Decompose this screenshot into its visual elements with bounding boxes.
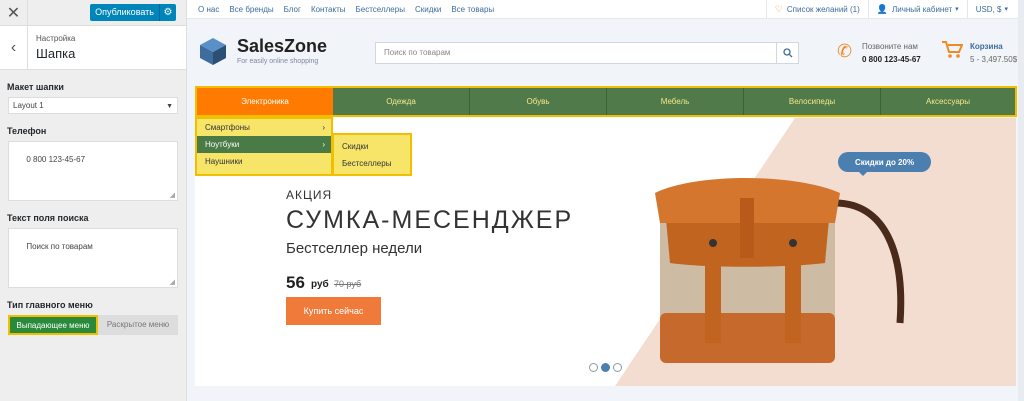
nav-item-shoes[interactable]: Обувь	[470, 88, 607, 115]
logo-name[interactable]: SalesZone	[237, 36, 327, 57]
slider-dot[interactable]	[613, 363, 622, 372]
user-icon: 👤	[876, 3, 888, 14]
chevron-down-icon: ▾	[1004, 6, 1008, 13]
banner-price: 56	[286, 273, 305, 292]
menu-type-dropdown-button[interactable]: Выпадающее меню	[8, 315, 98, 335]
phone-textarea[interactable]: 0 800 123-45-67 ◢	[8, 141, 178, 201]
layout-select-value: Layout 1	[13, 101, 44, 110]
topbar-link-contacts[interactable]: Контакты	[311, 5, 346, 14]
nav-subdropdown: Скидки Бестселлеры	[332, 133, 412, 176]
dropdown-item-headphones[interactable]: Наушники	[197, 153, 331, 170]
slider-dots	[589, 363, 622, 372]
slider-dot[interactable]	[589, 363, 598, 372]
section-title: Шапка	[36, 46, 76, 61]
search-text-textarea-value: Поиск по товарам	[26, 242, 93, 251]
chevron-right-icon: ›	[322, 140, 325, 149]
dropdown-item-label: Наушники	[205, 157, 243, 166]
dropdown-item-label: Смартфоны	[205, 123, 250, 132]
wishlist-label: Список желаний (1)	[786, 4, 860, 14]
topbar-right: ♡ Список желаний (1) 👤 Личный кабинет ▾ …	[765, 0, 1024, 18]
wishlist-link[interactable]: ♡ Список желаний (1)	[765, 0, 868, 18]
cart-title[interactable]: Корзина	[970, 42, 1003, 51]
logo-box-icon[interactable]	[198, 36, 226, 65]
section-subtitle: Настройка	[36, 34, 76, 43]
app-window: ✕ Опубликовать ⚙ ‹ Настройка Шапка Макет…	[0, 0, 1024, 401]
dropdown-item-label: Ноутбуки	[205, 140, 240, 149]
search-input[interactable]: Поиск по товарам	[375, 42, 799, 64]
back-icon[interactable]: ‹	[0, 25, 28, 70]
chevron-down-icon: ▼	[166, 103, 173, 110]
nav-item-electronics[interactable]: Электроника	[197, 88, 333, 115]
publish-button[interactable]: Опубликовать	[90, 4, 159, 21]
phone-textarea-value: 0 800 123-45-67	[26, 155, 86, 164]
topbar-link-sales[interactable]: Скидки	[415, 5, 441, 14]
account-menu[interactable]: 👤 Личный кабинет ▾	[867, 0, 967, 18]
topbar-link-blog[interactable]: Блог	[284, 5, 301, 14]
site-preview: О нас Все бренды Блог Контакты Бестселле…	[187, 0, 1024, 401]
banner-old-price: 70 руб	[334, 279, 362, 289]
customizer-panel: ✕ Опубликовать ⚙ ‹ Настройка Шапка Макет…	[0, 0, 187, 401]
search-text-label: Текст поля поиска	[7, 213, 89, 223]
subdropdown-item-bestsellers[interactable]: Бестселлеры	[334, 155, 410, 172]
buy-now-button[interactable]: Купить сейчас	[286, 297, 381, 325]
resize-handle-icon[interactable]: ◢	[170, 278, 175, 286]
banner-title: СУМКА-МЕСЕНДЖЕР	[286, 206, 574, 234]
nav-item-bicycles[interactable]: Велосипеды	[744, 88, 881, 115]
account-label: Личный кабинет	[891, 4, 953, 14]
search-icon[interactable]	[776, 43, 798, 63]
cart-icon[interactable]	[941, 40, 964, 65]
heart-icon: ♡	[774, 3, 783, 14]
layout-label: Макет шапки	[7, 82, 64, 92]
subdropdown-item-sales[interactable]: Скидки	[334, 138, 410, 155]
header-phone[interactable]: 0 800 123-45-67	[862, 55, 921, 64]
topbar-link-about[interactable]: О нас	[198, 5, 219, 14]
slider-dot-active[interactable]	[601, 363, 610, 372]
nav-item-clothing[interactable]: Одежда	[333, 88, 470, 115]
chevron-right-icon: ›	[322, 123, 325, 132]
topbar-link-bestsellers[interactable]: Бестселлеры	[356, 5, 405, 14]
currency-menu[interactable]: USD, $ ▾	[966, 0, 1016, 18]
section-heading: Настройка Шапка	[28, 34, 75, 61]
call-us-label: Позвоните нам	[862, 42, 918, 51]
nav-item-accessories[interactable]: Аксессуары	[881, 88, 1015, 115]
currency-label: USD, $	[975, 4, 1002, 14]
menu-type-toggle: Выпадающее меню Раскрытое меню	[8, 315, 178, 335]
chevron-down-icon: ▾	[955, 6, 959, 13]
menu-type-expanded-button[interactable]: Раскрытое меню	[98, 315, 178, 335]
phone-icon: ✆	[837, 41, 853, 61]
banner-kicker: АКЦИЯ	[286, 188, 333, 202]
phone-label: Телефон	[7, 126, 47, 136]
search-text-textarea[interactable]: Поиск по товарам ◢	[8, 228, 178, 288]
main-nav: Электроника Одежда Обувь Мебель Велосипе…	[195, 86, 1017, 117]
bag-image	[655, 178, 905, 363]
logo-tagline: For easily online shopping	[237, 58, 319, 65]
menu-type-label: Тип главного меню	[7, 300, 93, 310]
banner-currency: руб	[311, 279, 329, 290]
banner-tagline: Бестселлер недели	[286, 240, 423, 257]
publish-group: Опубликовать ⚙	[90, 4, 176, 21]
resize-handle-icon[interactable]: ◢	[170, 191, 175, 199]
layout-select[interactable]: Layout 1 ▼	[8, 97, 178, 114]
cart-summary: 5 - 3,497.50$	[970, 55, 1018, 64]
customizer-top-bar: ✕ Опубликовать ⚙	[0, 0, 186, 26]
close-icon[interactable]: ✕	[0, 0, 28, 26]
topbar-link-brands[interactable]: Все бренды	[229, 5, 273, 14]
topbar-link-all-products[interactable]: Все товары	[451, 5, 494, 14]
top-bar: О нас Все бренды Блог Контакты Бестселле…	[187, 0, 1024, 19]
nav-item-furniture[interactable]: Мебель	[607, 88, 744, 115]
gear-icon[interactable]: ⚙	[159, 4, 176, 21]
section-header: ‹ Настройка Шапка	[0, 25, 186, 70]
search-placeholder: Поиск по товарам	[384, 48, 451, 57]
nav-dropdown: Смартфоны › Ноутбуки › Наушники	[195, 117, 333, 176]
dropdown-item-laptops[interactable]: Ноутбуки ›	[197, 136, 331, 153]
dropdown-item-smartphones[interactable]: Смартфоны ›	[197, 119, 331, 136]
scrollbar[interactable]	[1018, 0, 1024, 401]
